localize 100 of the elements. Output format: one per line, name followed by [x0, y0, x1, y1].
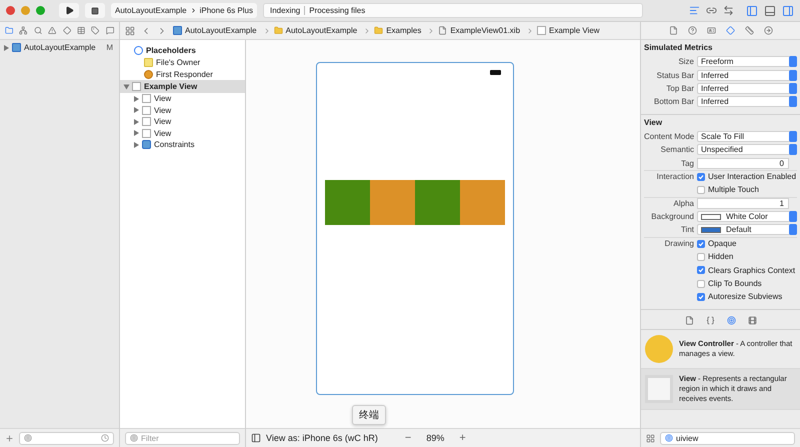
checkbox[interactable]: [697, 292, 705, 301]
field-label: Semantic: [660, 145, 694, 154]
tag-icon[interactable]: [91, 26, 100, 35]
outline-label: View: [154, 94, 172, 104]
popup-menu[interactable]: Inferred: [697, 82, 797, 94]
version-icon[interactable]: [723, 5, 734, 16]
path-item[interactable]: ExampleView01.xib: [450, 26, 520, 35]
popup-menu[interactable]: Inferred: [697, 70, 797, 81]
outline-label: View: [154, 117, 172, 126]
field-label: Tint: [680, 225, 694, 234]
color-menu[interactable]: White Color: [697, 211, 797, 222]
navigator-item[interactable]: AutoLayoutExample M: [0, 42, 119, 54]
zoom-out-button[interactable]: −: [404, 432, 412, 444]
search-icon[interactable]: [34, 26, 42, 35]
search-field[interactable]: uiview: [660, 432, 795, 444]
checkbox[interactable]: [697, 280, 705, 288]
clock-icon[interactable]: [101, 434, 109, 442]
run-button[interactable]: [59, 3, 79, 18]
path-item[interactable]: Example View: [549, 26, 600, 35]
checkbox-label: Multiple Touch: [708, 185, 759, 194]
section-title: View: [644, 118, 664, 129]
outline-item[interactable]: Placeholders: [120, 44, 245, 57]
outline-label: File's Owner: [156, 58, 200, 68]
table-icon[interactable]: [76, 26, 86, 35]
scheme-selector[interactable]: AutoLayoutExample iPhone 6s Plus: [111, 3, 257, 18]
popup-menu[interactable]: Inferred: [697, 96, 797, 108]
filter-placeholder: Filter: [141, 434, 159, 442]
outline-item[interactable]: View: [120, 104, 245, 116]
ruler-icon[interactable]: [744, 26, 754, 35]
color-block[interactable]: [460, 180, 505, 225]
editor-icon[interactable]: [689, 5, 700, 16]
id-card-icon[interactable]: [706, 26, 716, 35]
snippet-icon[interactable]: [706, 316, 714, 325]
popup-menu[interactable]: Scale To Fill: [697, 130, 797, 142]
checkbox-label: Clears Graphics Context: [708, 266, 796, 275]
filter-field[interactable]: [19, 432, 114, 444]
outline-item[interactable]: Example View: [120, 80, 245, 93]
outline-item[interactable]: File's Owner: [120, 57, 245, 68]
zoom-in-button[interactable]: +: [459, 432, 466, 444]
battery-icon: [490, 70, 501, 75]
stop-button[interactable]: [85, 3, 105, 18]
number-field[interactable]: 0: [697, 158, 789, 169]
assistant-icon[interactable]: [706, 5, 717, 16]
outline-item[interactable]: View: [120, 128, 245, 139]
folder-icon: [274, 26, 283, 35]
debug-toggle-icon[interactable]: [764, 4, 776, 16]
add-icon[interactable]: [5, 434, 14, 442]
navigator-toggle-icon[interactable]: [746, 4, 758, 16]
outline-item[interactable]: Constraints: [120, 139, 245, 150]
field-label: Size: [677, 57, 694, 66]
field-label: Interaction: [656, 172, 694, 182]
connections-icon[interactable]: [764, 26, 772, 35]
popup-menu[interactable]: Freeform: [697, 56, 797, 68]
outline-item[interactable]: First Responder: [120, 68, 245, 80]
inspector-toggle-icon[interactable]: [782, 4, 794, 16]
zoom-light[interactable]: [36, 6, 45, 15]
field-label: Tag: [680, 158, 694, 168]
file-template-icon[interactable]: [684, 316, 694, 325]
file-icon[interactable]: [668, 26, 678, 35]
view-as-label[interactable]: View as: iPhone 6s (wC hR): [266, 433, 378, 443]
message-icon[interactable]: [106, 26, 114, 35]
diamond-icon[interactable]: [62, 26, 71, 35]
grid-icon[interactable]: [646, 434, 655, 442]
status-label: M: [106, 43, 113, 52]
field-label: Content Mode: [644, 132, 694, 141]
device-frame[interactable]: [316, 62, 514, 395]
object-library-icon[interactable]: [726, 316, 736, 325]
outline-item[interactable]: View: [120, 116, 245, 128]
number-field[interactable]: 1: [697, 198, 789, 210]
outline-label: Constraints: [154, 140, 194, 150]
outline-toggle-icon[interactable]: [251, 433, 261, 443]
field-label: Bottom Bar: [652, 97, 694, 106]
attributes-icon[interactable]: [726, 26, 734, 35]
checkbox[interactable]: [697, 266, 705, 274]
field-label: Alpha: [672, 199, 694, 208]
color-block[interactable]: [370, 180, 415, 225]
color-block[interactable]: [415, 180, 460, 225]
hierarchy-icon[interactable]: [19, 26, 28, 35]
folder-icon[interactable]: [5, 26, 14, 35]
checkbox[interactable]: [697, 186, 705, 194]
color-menu[interactable]: Default: [697, 224, 797, 236]
device-label: iPhone 6s Plus: [200, 6, 253, 15]
checkbox[interactable]: [697, 240, 705, 248]
path-item[interactable]: AutoLayoutExample: [286, 26, 358, 35]
media-icon[interactable]: [748, 316, 756, 325]
help-icon[interactable]: [688, 26, 696, 35]
checkbox[interactable]: [697, 172, 705, 181]
grid-icon[interactable]: [125, 26, 135, 36]
path-item[interactable]: Examples: [386, 26, 422, 35]
checkbox[interactable]: [697, 252, 705, 261]
color-block[interactable]: [325, 180, 370, 225]
view-icon: [645, 374, 673, 403]
warning-icon[interactable]: [48, 26, 56, 35]
close-light[interactable]: [6, 6, 15, 15]
outline-item[interactable]: View: [120, 93, 245, 104]
field-label: Drawing: [664, 239, 694, 248]
item-label: AutoLayoutExample: [24, 43, 96, 52]
path-item[interactable]: AutoLayoutExample: [185, 26, 257, 35]
popup-menu[interactable]: Unspecified: [697, 144, 797, 156]
filter-icon: [24, 434, 32, 442]
